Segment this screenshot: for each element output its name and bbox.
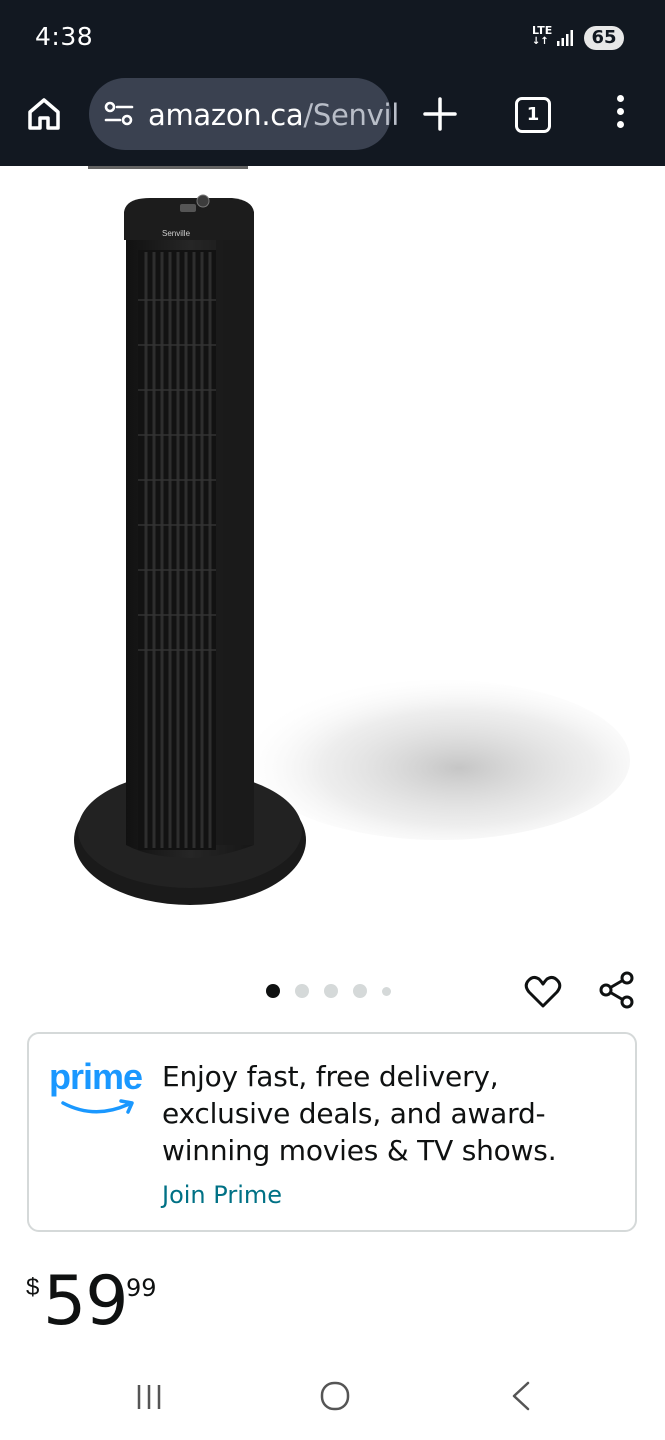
back-icon[interactable] [510, 1380, 532, 1412]
plus-icon[interactable] [421, 95, 459, 133]
browser-toolbar: amazon.ca/Senvil 1 [0, 78, 665, 166]
recent-apps-icon[interactable] [134, 1382, 164, 1412]
signal-icon [557, 30, 573, 46]
carousel-dot[interactable] [353, 984, 367, 998]
carousel-dots[interactable] [266, 983, 406, 999]
price-whole: 59 [43, 1262, 129, 1341]
prime-wordmark: prime [49, 1056, 143, 1097]
floor-shadow [250, 680, 630, 840]
url-bar[interactable]: amazon.ca/Senvil [89, 78, 399, 150]
status-bar: 4:38 LTE ↓↑ 65 [0, 0, 665, 78]
system-nav-bar [0, 1352, 665, 1440]
url-text[interactable]: amazon.ca/Senvil [148, 98, 399, 132]
tower-fan-image[interactable]: Senville [0, 166, 665, 946]
url-path: /Senvil [303, 98, 399, 132]
url-domain: amazon.ca [148, 98, 304, 132]
carousel-dot[interactable] [324, 984, 338, 998]
prime-logo: prime [49, 1056, 149, 1122]
prime-smile-icon [61, 1099, 134, 1114]
lte-icon: LTE ↓↑ [532, 24, 553, 47]
status-time: 4:38 [35, 22, 94, 51]
share-icon[interactable] [597, 970, 637, 1010]
price-fraction: 99 [126, 1274, 157, 1302]
carousel-dot[interactable] [382, 986, 391, 996]
prime-banner: prime Enjoy fast, free delivery, exclusi… [27, 1032, 637, 1232]
clipped-title-text [88, 166, 248, 169]
heart-icon[interactable] [523, 972, 563, 1012]
carousel-dot-active[interactable] [266, 984, 280, 998]
join-prime-link[interactable]: Join Prime [162, 1181, 282, 1209]
tab-switcher-icon[interactable]: 1 [515, 97, 551, 133]
carousel-dot[interactable] [295, 984, 309, 998]
battery-indicator: 65 [584, 26, 624, 50]
prime-message: Enjoy fast, free delivery, exclusive dea… [162, 1060, 557, 1167]
price-symbol: $ [26, 1274, 40, 1301]
brand-logo: Senville [162, 229, 191, 238]
site-settings-icon[interactable] [104, 101, 134, 127]
more-vert-icon[interactable] [612, 95, 628, 131]
home-icon[interactable] [26, 96, 62, 132]
home-circle-icon[interactable] [319, 1380, 351, 1412]
